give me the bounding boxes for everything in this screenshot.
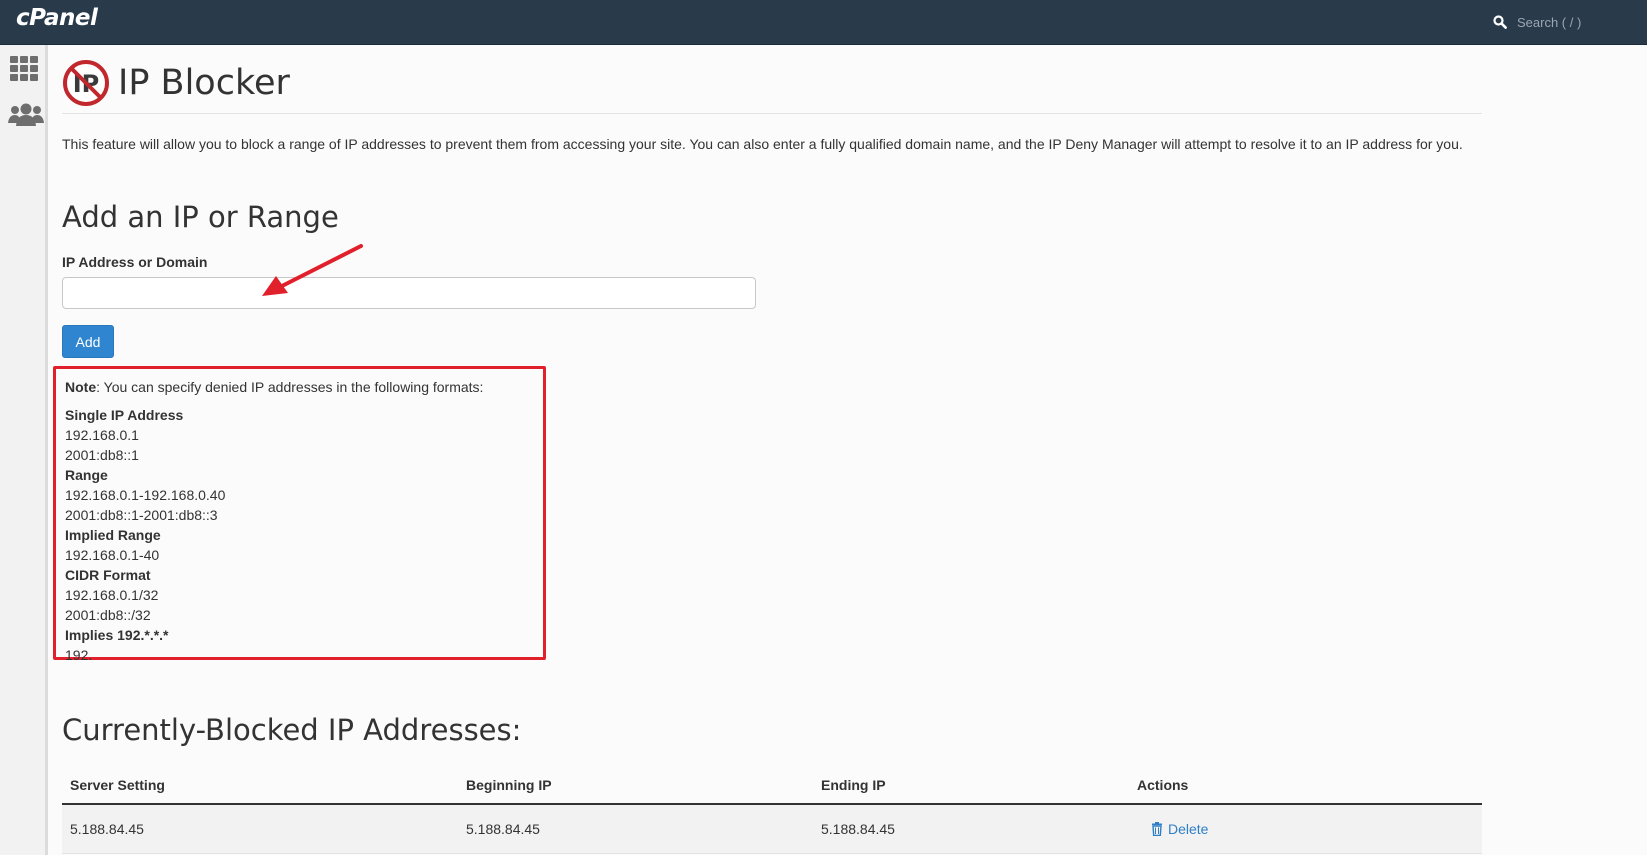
cpanel-logo[interactable]: cPanel [16, 5, 98, 31]
format-example: 192.168.0.1-40 [65, 547, 160, 563]
format-example: 192.168.0.1/32 [65, 587, 159, 603]
format-example: 192.168.0.1-192.168.0.40 [65, 487, 226, 503]
format-example: 192.168.0.1 [65, 427, 139, 443]
format-example: 2001:db8::1-2001:db8::3 [65, 507, 218, 523]
table-header: Server Setting Beginning IP Ending IP Ac… [62, 767, 1482, 805]
note-prefix: Note [65, 379, 97, 395]
ip-field-label: IP Address or Domain [62, 254, 208, 270]
search-box[interactable]: Search ( / ) [1493, 10, 1633, 34]
format-example: 2001:db8::/32 [65, 607, 151, 623]
delete-label: Delete [1168, 821, 1209, 837]
format-example: 192. [65, 647, 93, 663]
format-title: Implies 192.*.*.* [65, 627, 169, 643]
column-header-ending-ip[interactable]: Ending IP [821, 767, 886, 803]
server-setting-cell: 5.188.84.45 [70, 821, 144, 837]
format-title: CIDR Format [65, 567, 151, 583]
format-note-box: Note: You can specify denied IP addresse… [53, 366, 546, 663]
page-description: This feature will allow you to block a r… [62, 136, 1463, 152]
format-example: 2001:db8::1 [65, 447, 139, 463]
sidebar [0, 45, 48, 855]
ip-address-input[interactable] [62, 277, 756, 309]
blocked-ips-heading: Currently-Blocked IP Addresses: [62, 713, 522, 747]
search-icon [1493, 15, 1507, 29]
format-title: Single IP Address [65, 407, 184, 423]
column-header-beginning-ip[interactable]: Beginning IP [466, 767, 552, 803]
top-navigation-bar: cPanel Search ( / ) [0, 0, 1647, 45]
column-header-actions: Actions [1137, 777, 1189, 793]
trash-icon [1152, 822, 1162, 836]
note-intro: Note: You can specify denied IP addresse… [65, 377, 534, 397]
title-divider [62, 113, 1482, 114]
beginning-ip-cell: 5.188.84.45 [466, 821, 540, 837]
add-button[interactable]: Add [62, 325, 114, 358]
actions-cell: Delete [1151, 805, 1208, 853]
search-placeholder: Search ( / ) [1517, 14, 1582, 30]
add-ip-heading: Add an IP or Range [62, 200, 339, 234]
ending-ip-cell: 5.188.84.45 [821, 821, 895, 837]
format-title: Range [65, 467, 108, 483]
users-icon[interactable] [8, 102, 44, 132]
column-header-server-setting[interactable]: Server Setting [70, 767, 165, 803]
page-title: IP Blocker [118, 63, 290, 103]
table-row: 5.188.84.45 5.188.84.45 5.188.84.45 Dele… [62, 805, 1482, 854]
page-header: IP IP Blocker [62, 55, 290, 111]
apps-grid-icon[interactable] [8, 55, 40, 85]
blocked-ips-table: Server Setting Beginning IP Ending IP Ac… [62, 767, 1482, 854]
format-title: Implied Range [65, 527, 161, 543]
ip-blocker-icon: IP [63, 60, 109, 106]
note-text: : You can specify denied IP addresses in… [96, 379, 484, 395]
delete-button[interactable]: Delete [1151, 805, 1208, 853]
